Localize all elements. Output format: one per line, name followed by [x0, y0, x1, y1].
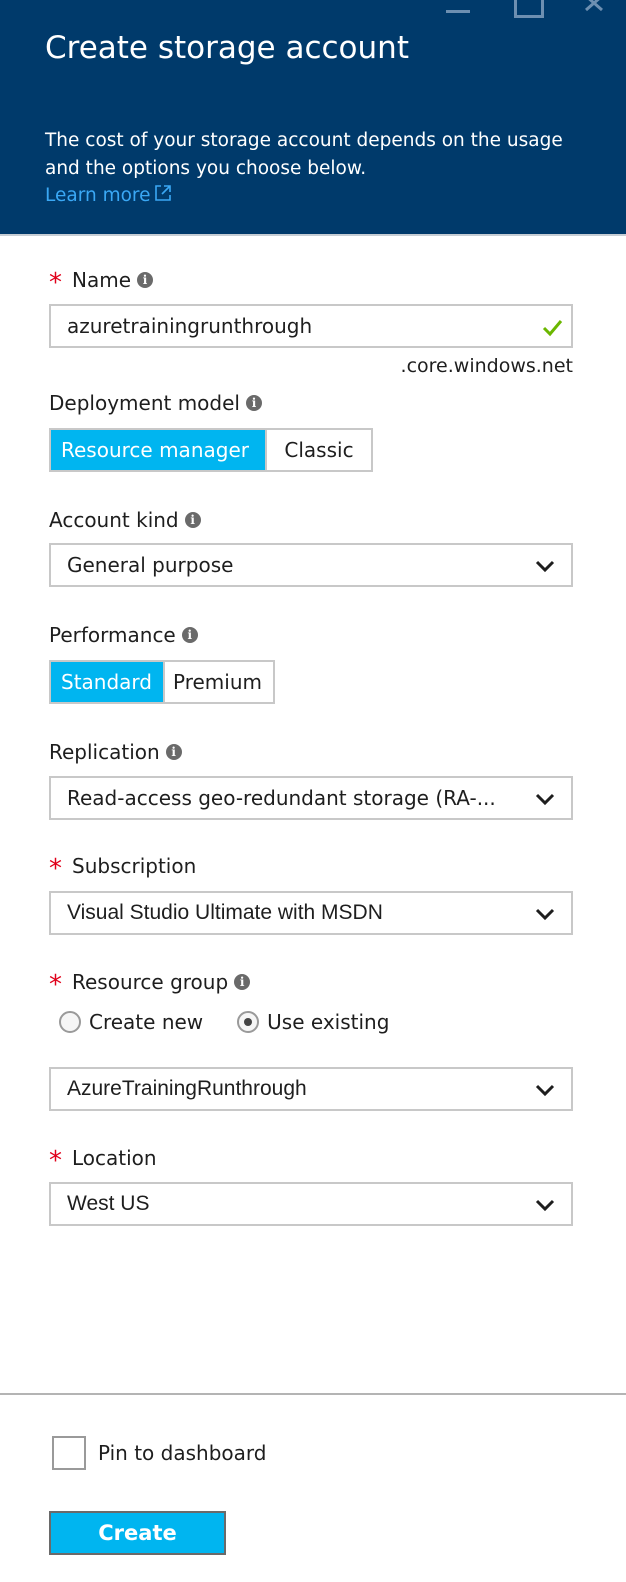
check-icon — [542, 320, 563, 337]
resource-group-select[interactable]: AzureTrainingRunthrough — [49, 1067, 573, 1111]
footer-divider — [0, 1393, 626, 1395]
replication-label-text: Replication — [49, 740, 160, 764]
radio-create-new-label: Create new — [89, 1010, 204, 1034]
performance-option-premium[interactable]: Premium — [163, 662, 273, 702]
required-asterisk: * — [49, 268, 62, 298]
required-asterisk: * — [49, 970, 62, 1000]
pin-label: Pin to dashboard — [98, 1441, 267, 1465]
deployment-model-label-text: Deployment model — [49, 391, 240, 415]
chevron-down-icon — [535, 793, 555, 806]
info-icon[interactable]: i — [181, 627, 198, 643]
chevron-down-icon — [535, 908, 555, 921]
deployment-option-classic[interactable]: Classic — [265, 430, 371, 470]
name-domain-suffix: .core.windows.net — [400, 355, 573, 377]
pin-to-dashboard[interactable]: Pin to dashboard — [52, 1436, 266, 1470]
deployment-option-resource-manager[interactable]: Resource manager — [51, 430, 265, 470]
chevron-down-icon — [535, 1199, 555, 1212]
account-kind-select[interactable]: General purpose — [49, 543, 573, 587]
account-kind-label: Account kind i — [49, 508, 201, 532]
required-asterisk: * — [49, 1146, 62, 1176]
header-divider — [0, 234, 626, 236]
subscription-value: Visual Studio Ultimate with MSDN — [67, 901, 383, 924]
account-kind-label-text: Account kind — [49, 508, 179, 532]
info-icon[interactable]: i — [245, 395, 262, 411]
name-label: * Name i — [49, 267, 154, 298]
chevron-down-icon — [535, 560, 555, 573]
info-icon[interactable]: i — [184, 512, 201, 528]
subscription-label-text: Subscription — [72, 854, 197, 878]
radio-selected-icon — [237, 1011, 260, 1033]
name-input[interactable]: azuretrainingrunthrough — [49, 304, 573, 348]
info-icon[interactable]: i — [137, 272, 154, 288]
radio-create-new[interactable]: Create new — [59, 1010, 203, 1034]
resource-group-label: * Resource group i — [49, 969, 251, 1000]
location-select[interactable]: West US — [49, 1182, 573, 1226]
resource-group-value: AzureTrainingRunthrough — [67, 1077, 307, 1100]
required-asterisk: * — [49, 854, 62, 884]
external-link-icon — [153, 183, 173, 208]
performance-toggle: Standard Premium — [49, 660, 275, 704]
name-input-value: azuretrainingrunthrough — [67, 314, 313, 338]
maximize-icon[interactable] — [508, 0, 548, 18]
info-icon[interactable]: i — [165, 744, 182, 760]
account-kind-value: General purpose — [67, 553, 234, 577]
location-label-text: Location — [72, 1146, 157, 1170]
performance-label: Performance i — [49, 623, 198, 647]
location-value: West US — [67, 1192, 150, 1215]
radio-icon — [59, 1011, 81, 1033]
chevron-down-icon — [535, 1084, 555, 1097]
radio-use-existing[interactable]: Use existing — [237, 1010, 389, 1034]
subscription-label: * Subscription — [49, 853, 197, 884]
deployment-model-toggle: Resource manager Classic — [49, 428, 373, 472]
header-description: The cost of your storage account depends… — [45, 130, 563, 179]
info-icon[interactable]: i — [234, 974, 251, 990]
resource-group-label-text: Resource group — [72, 970, 229, 994]
learn-more-link[interactable]: Learn more — [45, 183, 173, 208]
create-button[interactable]: Create — [49, 1511, 226, 1555]
replication-value: Read-access geo-redundant storage (RA-..… — [67, 786, 496, 810]
subscription-select[interactable]: Visual Studio Ultimate with MSDN — [49, 891, 573, 935]
learn-more-label: Learn more — [45, 185, 151, 206]
location-label: * Location — [49, 1145, 157, 1176]
radio-use-existing-label: Use existing — [267, 1010, 390, 1034]
resource-group-mode: Create new Use existing — [59, 1010, 389, 1034]
replication-select[interactable]: Read-access geo-redundant storage (RA-..… — [49, 776, 573, 820]
replication-label: Replication i — [49, 740, 182, 764]
performance-label-text: Performance — [49, 623, 176, 647]
pin-checkbox[interactable] — [52, 1436, 86, 1470]
page-title: Create storage account — [45, 30, 409, 66]
blade-header: Create storage account The cost of your … — [0, 0, 626, 234]
deployment-model-label: Deployment model i — [49, 391, 262, 415]
close-icon[interactable] — [576, 0, 616, 16]
performance-option-standard[interactable]: Standard — [51, 662, 163, 702]
minimize-icon[interactable] — [440, 0, 480, 16]
name-label-text: Name — [72, 268, 132, 292]
